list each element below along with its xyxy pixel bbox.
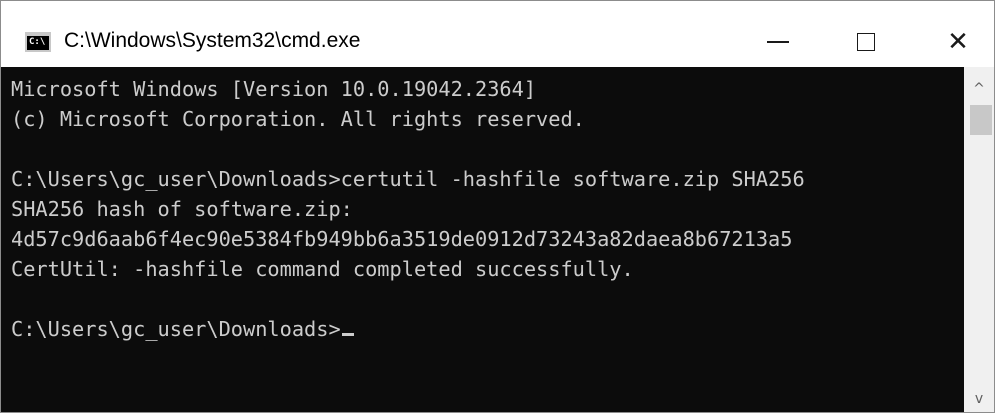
cmd-icon-label: C:\ xyxy=(29,37,46,47)
console-line-hash-value: 4d57c9d6aab6f4ec90e5384fb949bb6a3519de09… xyxy=(11,227,793,251)
console-line-version: Microsoft Windows [Version 10.0.19042.23… xyxy=(11,77,537,101)
cmd-app-icon[interactable]: C:\ xyxy=(25,32,51,52)
maximize-button[interactable] xyxy=(844,20,888,64)
console-line-command: C:\Users\gc_user\Downloads>certutil -has… xyxy=(11,167,805,191)
close-button[interactable]: ✕ xyxy=(936,20,980,64)
minimize-icon xyxy=(767,41,789,43)
text-cursor xyxy=(341,333,354,336)
console-prompt-line[interactable]: C:\Users\gc_user\Downloads> xyxy=(11,314,354,344)
console-prompt: C:\Users\gc_user\Downloads> xyxy=(11,317,341,341)
cmd-window: C:\ C:\Windows\System32\cmd.exe ✕ Micros… xyxy=(0,0,995,413)
vertical-scrollbar[interactable]: ^ v xyxy=(964,67,994,412)
scroll-thumb[interactable] xyxy=(970,105,992,135)
scroll-down-arrow-icon[interactable]: v xyxy=(964,385,994,412)
console-output[interactable]: Microsoft Windows [Version 10.0.19042.23… xyxy=(1,67,964,412)
maximize-icon xyxy=(857,33,875,51)
scroll-up-arrow-icon[interactable]: ^ xyxy=(964,75,994,103)
title-bar[interactable]: C:\ C:\Windows\System32\cmd.exe ✕ xyxy=(1,1,994,67)
minimize-button[interactable] xyxy=(756,20,800,64)
close-icon: ✕ xyxy=(947,27,969,57)
console-line-hash-header: SHA256 hash of software.zip: xyxy=(11,197,353,221)
console-line-success: CertUtil: -hashfile command completed su… xyxy=(11,257,634,281)
console-line-copyright: (c) Microsoft Corporation. All rights re… xyxy=(11,107,585,131)
window-title: C:\Windows\System32\cmd.exe xyxy=(64,29,361,52)
